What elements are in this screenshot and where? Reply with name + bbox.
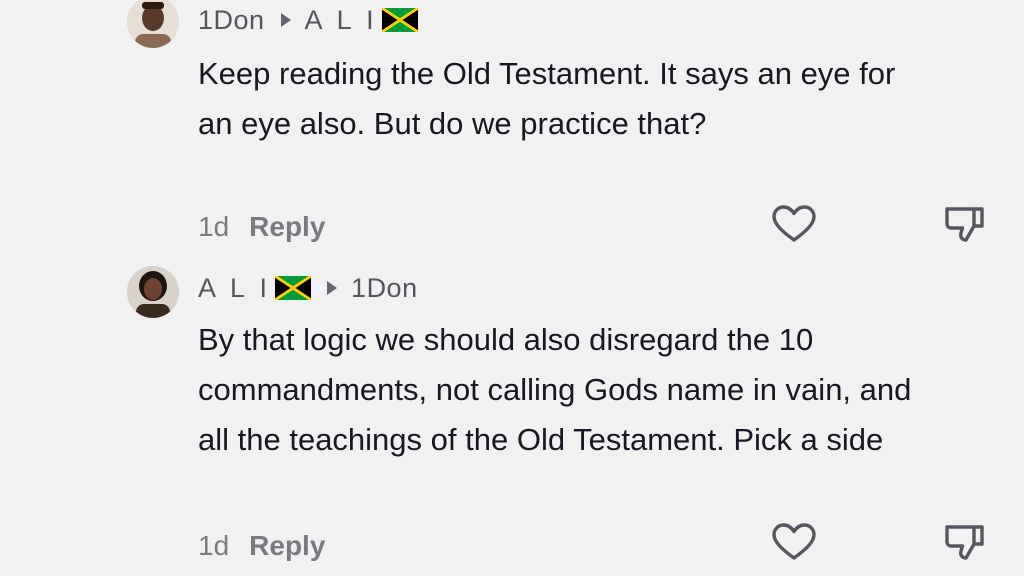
avatar[interactable] xyxy=(127,0,179,48)
dislike-button[interactable] xyxy=(941,519,989,567)
like-button[interactable] xyxy=(770,519,818,567)
reply-arrow-icon xyxy=(327,281,338,295)
thumbs-down-icon xyxy=(945,207,984,242)
comment-timestamp: 1d xyxy=(198,530,230,561)
comment-meta: A L I 1Don xyxy=(198,271,418,305)
user-avatar-icon xyxy=(127,266,179,318)
dislike-button[interactable] xyxy=(941,201,989,249)
comment-text: Keep reading the Old Testament. It says … xyxy=(198,56,896,141)
comment-timestamp: 1d xyxy=(198,211,230,242)
heart-icon xyxy=(772,205,816,242)
comments-screen: 1Don A L I Keep reading the Old Testamen… xyxy=(0,0,1024,576)
reply-button[interactable]: Reply xyxy=(249,211,325,243)
comment-text: By that logic we should also disregard t… xyxy=(198,322,912,457)
reply-to-username[interactable]: A L I xyxy=(305,5,378,36)
reply-arrow-icon xyxy=(280,13,291,27)
comment-username[interactable]: A L I xyxy=(198,273,271,304)
comment-username[interactable]: 1Don xyxy=(198,5,265,36)
avatar[interactable] xyxy=(127,266,179,318)
reply-to-username[interactable]: 1Don xyxy=(351,273,418,304)
jamaica-flag-icon xyxy=(381,8,418,32)
thumbs-down-icon xyxy=(945,525,984,560)
comment-meta: 1Don A L I xyxy=(198,3,418,37)
comment-footer: 1d Reply xyxy=(198,528,325,564)
like-button[interactable] xyxy=(770,201,818,249)
heart-icon xyxy=(772,523,816,560)
comment-footer: 1d Reply xyxy=(198,209,325,245)
reply-button[interactable]: Reply xyxy=(249,530,325,562)
jamaica-flag-icon xyxy=(275,276,312,300)
user-avatar-icon xyxy=(127,0,179,48)
